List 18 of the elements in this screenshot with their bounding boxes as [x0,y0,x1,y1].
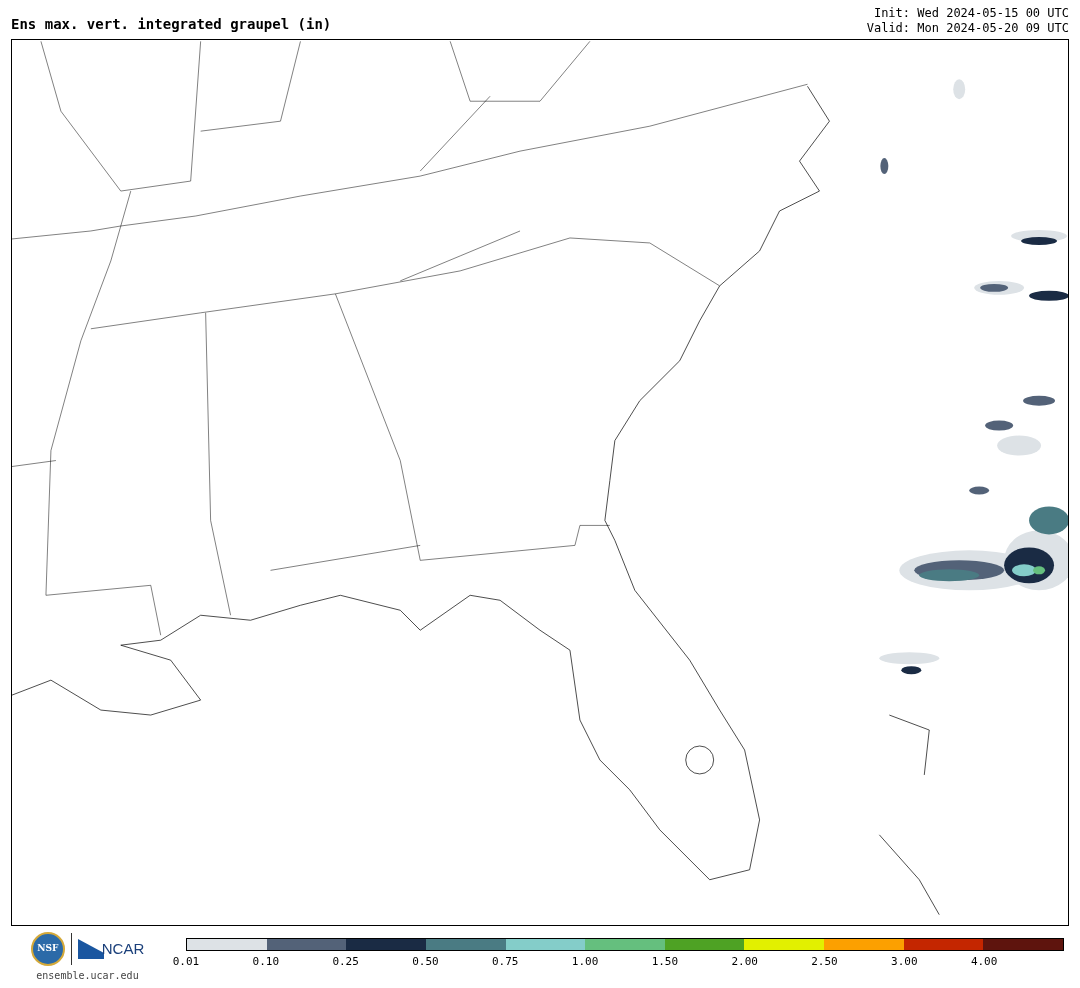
colorbar-label: 0.50 [412,954,439,970]
nsf-logo: NSF [30,932,65,966]
colorbar-label: 0.01 [172,954,200,970]
colorbar-label: 3.00 [891,954,918,970]
site-url: ensemble.ucar.edu [36,969,139,983]
valid-time: Valid: Mon 2024-05-20 09 UTC [866,21,1069,36]
map-title: Ens max. vert. integrated graupel (in) [11,15,332,34]
ncar-logo-icon [77,939,104,959]
colorbar-label: 1.00 [571,954,599,970]
colorbar-label: 2.00 [731,954,758,970]
colorbar-label: 2.50 [811,954,838,970]
colorbar-label: 1.50 [651,954,679,970]
ncar-logo: NCAR [101,938,145,959]
colorbar-label: 0.10 [252,954,280,970]
colorbar-label: 4.00 [970,954,998,970]
colorbar-label: 0.25 [332,954,359,970]
colorbar-label: 0.75 [492,954,519,970]
init-time: Init: Wed 2024-05-15 00 UTC [873,6,1069,21]
